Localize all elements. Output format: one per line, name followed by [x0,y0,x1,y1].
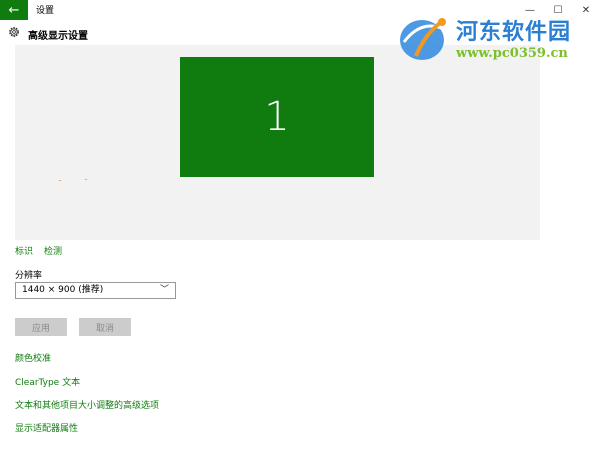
window-title: 设置 [36,6,55,16]
apply-button-label: 应用 [31,323,50,334]
monitor-1[interactable]: 1 [180,57,374,177]
cancel-button-label: 取消 [95,323,114,334]
cancel-button[interactable]: 取消 [79,318,131,336]
close-button[interactable]: ✕ [572,0,600,20]
watermark-url: www.pc0359.cn [456,46,568,61]
watermark-name: 河东软件园 [456,19,572,45]
preview-dot [59,180,61,181]
resolution-label: 分辨率 [15,271,43,281]
resolution-value: 1440 × 900 (推荐) [22,285,104,295]
advanced-sizing-link[interactable]: 文本和其他项目大小调整的高级选项 [15,398,159,411]
cleartype-text-link[interactable]: ClearType 文本 [15,375,80,388]
color-calibration-link[interactable]: 颜色校准 [15,351,51,364]
display-adapter-properties-link[interactable]: 显示适配器属性 [15,421,78,434]
close-icon: ✕ [581,4,591,16]
back-button[interactable]: ← [0,0,28,20]
back-arrow-icon: ← [8,2,20,18]
chevron-down-icon: ﹀ [159,285,169,295]
resolution-dropdown[interactable]: 1440 × 900 (推荐) ﹀ [15,282,176,299]
preview-dot [85,179,87,180]
watermark-logo-icon [400,18,447,60]
gear-icon [9,27,19,37]
page-title: 高级显示设置 [28,31,88,42]
apply-button[interactable]: 应用 [15,318,67,336]
identify-link[interactable]: 标识 [15,244,33,257]
detect-link[interactable]: 检测 [44,244,62,257]
display-preview: 1 [15,45,540,240]
monitor-number: 1 [264,94,290,140]
